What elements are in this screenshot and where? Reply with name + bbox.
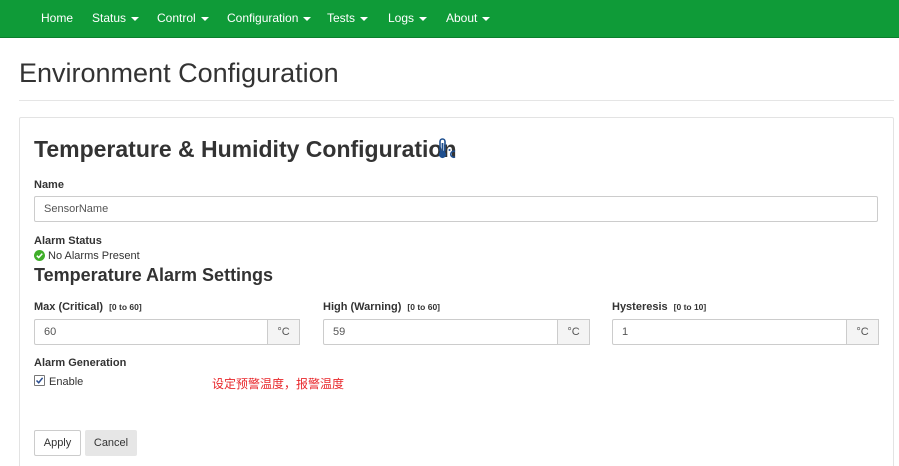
nav-status[interactable]: Status <box>92 0 140 38</box>
caret-down-icon <box>131 16 140 21</box>
high-warning-label: High (Warning) [0 to 60] <box>323 301 440 313</box>
high-warning-label-text: High (Warning) <box>323 301 402 313</box>
nav-logs-label: Logs <box>388 11 415 25</box>
nav-logs[interactable]: Logs <box>388 0 428 38</box>
alarm-generation-label: Alarm Generation <box>34 357 127 369</box>
temp-settings-title: Temperature Alarm Settings <box>34 265 274 285</box>
caret-down-icon <box>360 16 369 21</box>
high-warning-unit: °C <box>557 319 590 345</box>
thermometer-celsius-icon <box>438 138 456 159</box>
max-critical-label: Max (Critical) [0 to 60] <box>34 301 142 313</box>
config-panel <box>19 117 894 466</box>
title-divider <box>19 100 894 101</box>
high-warning-range: [0 to 60] <box>407 302 441 312</box>
navbar: Home Status Control Configuration Tests … <box>0 0 899 38</box>
hysteresis-range: [0 to 10] <box>673 302 707 312</box>
caret-down-icon <box>419 16 428 21</box>
max-critical-label-text: Max (Critical) <box>34 301 104 313</box>
nav-tests[interactable]: Tests <box>327 0 369 38</box>
nav-configuration[interactable]: Configuration <box>227 0 312 38</box>
enable-checkbox[interactable] <box>34 375 45 386</box>
nav-home-label: Home <box>41 11 74 25</box>
annotation-note: 设定预警温度，报警温度 <box>212 377 345 391</box>
name-label: Name <box>34 179 64 191</box>
nav-home[interactable]: Home <box>41 0 73 38</box>
nav-about-label: About <box>446 11 478 25</box>
page-title: Environment Configuration <box>19 58 339 88</box>
nav-tests-label: Tests <box>327 11 356 25</box>
hysteresis-label-text: Hysteresis <box>612 301 668 313</box>
check-circle-icon <box>34 250 45 261</box>
nav-control-label: Control <box>157 11 196 25</box>
high-warning-input[interactable] <box>323 319 558 345</box>
caret-down-icon <box>303 16 312 21</box>
nav-configuration-label: Configuration <box>227 11 299 25</box>
hysteresis-label: Hysteresis [0 to 10] <box>612 301 706 313</box>
nav-status-label: Status <box>92 11 127 25</box>
checkmark-icon <box>35 377 44 384</box>
nav-control[interactable]: Control <box>157 0 209 38</box>
max-critical-unit: °C <box>267 319 300 345</box>
apply-button[interactable]: Apply <box>34 430 81 456</box>
alarm-status-label: Alarm Status <box>34 235 102 247</box>
cancel-button[interactable]: Cancel <box>85 430 137 456</box>
hysteresis-unit: °C <box>846 319 879 345</box>
caret-down-icon <box>482 16 491 21</box>
max-critical-input[interactable] <box>34 319 268 345</box>
alarm-status-text: No Alarms Present <box>48 250 140 262</box>
hysteresis-input[interactable] <box>612 319 847 345</box>
enable-label: Enable <box>49 376 84 388</box>
caret-down-icon <box>200 16 209 21</box>
max-critical-range: [0 to 60] <box>109 302 142 312</box>
section-title: Temperature & Humidity Configuration <box>34 136 457 162</box>
name-input[interactable] <box>34 196 878 222</box>
nav-about[interactable]: About <box>446 0 491 38</box>
